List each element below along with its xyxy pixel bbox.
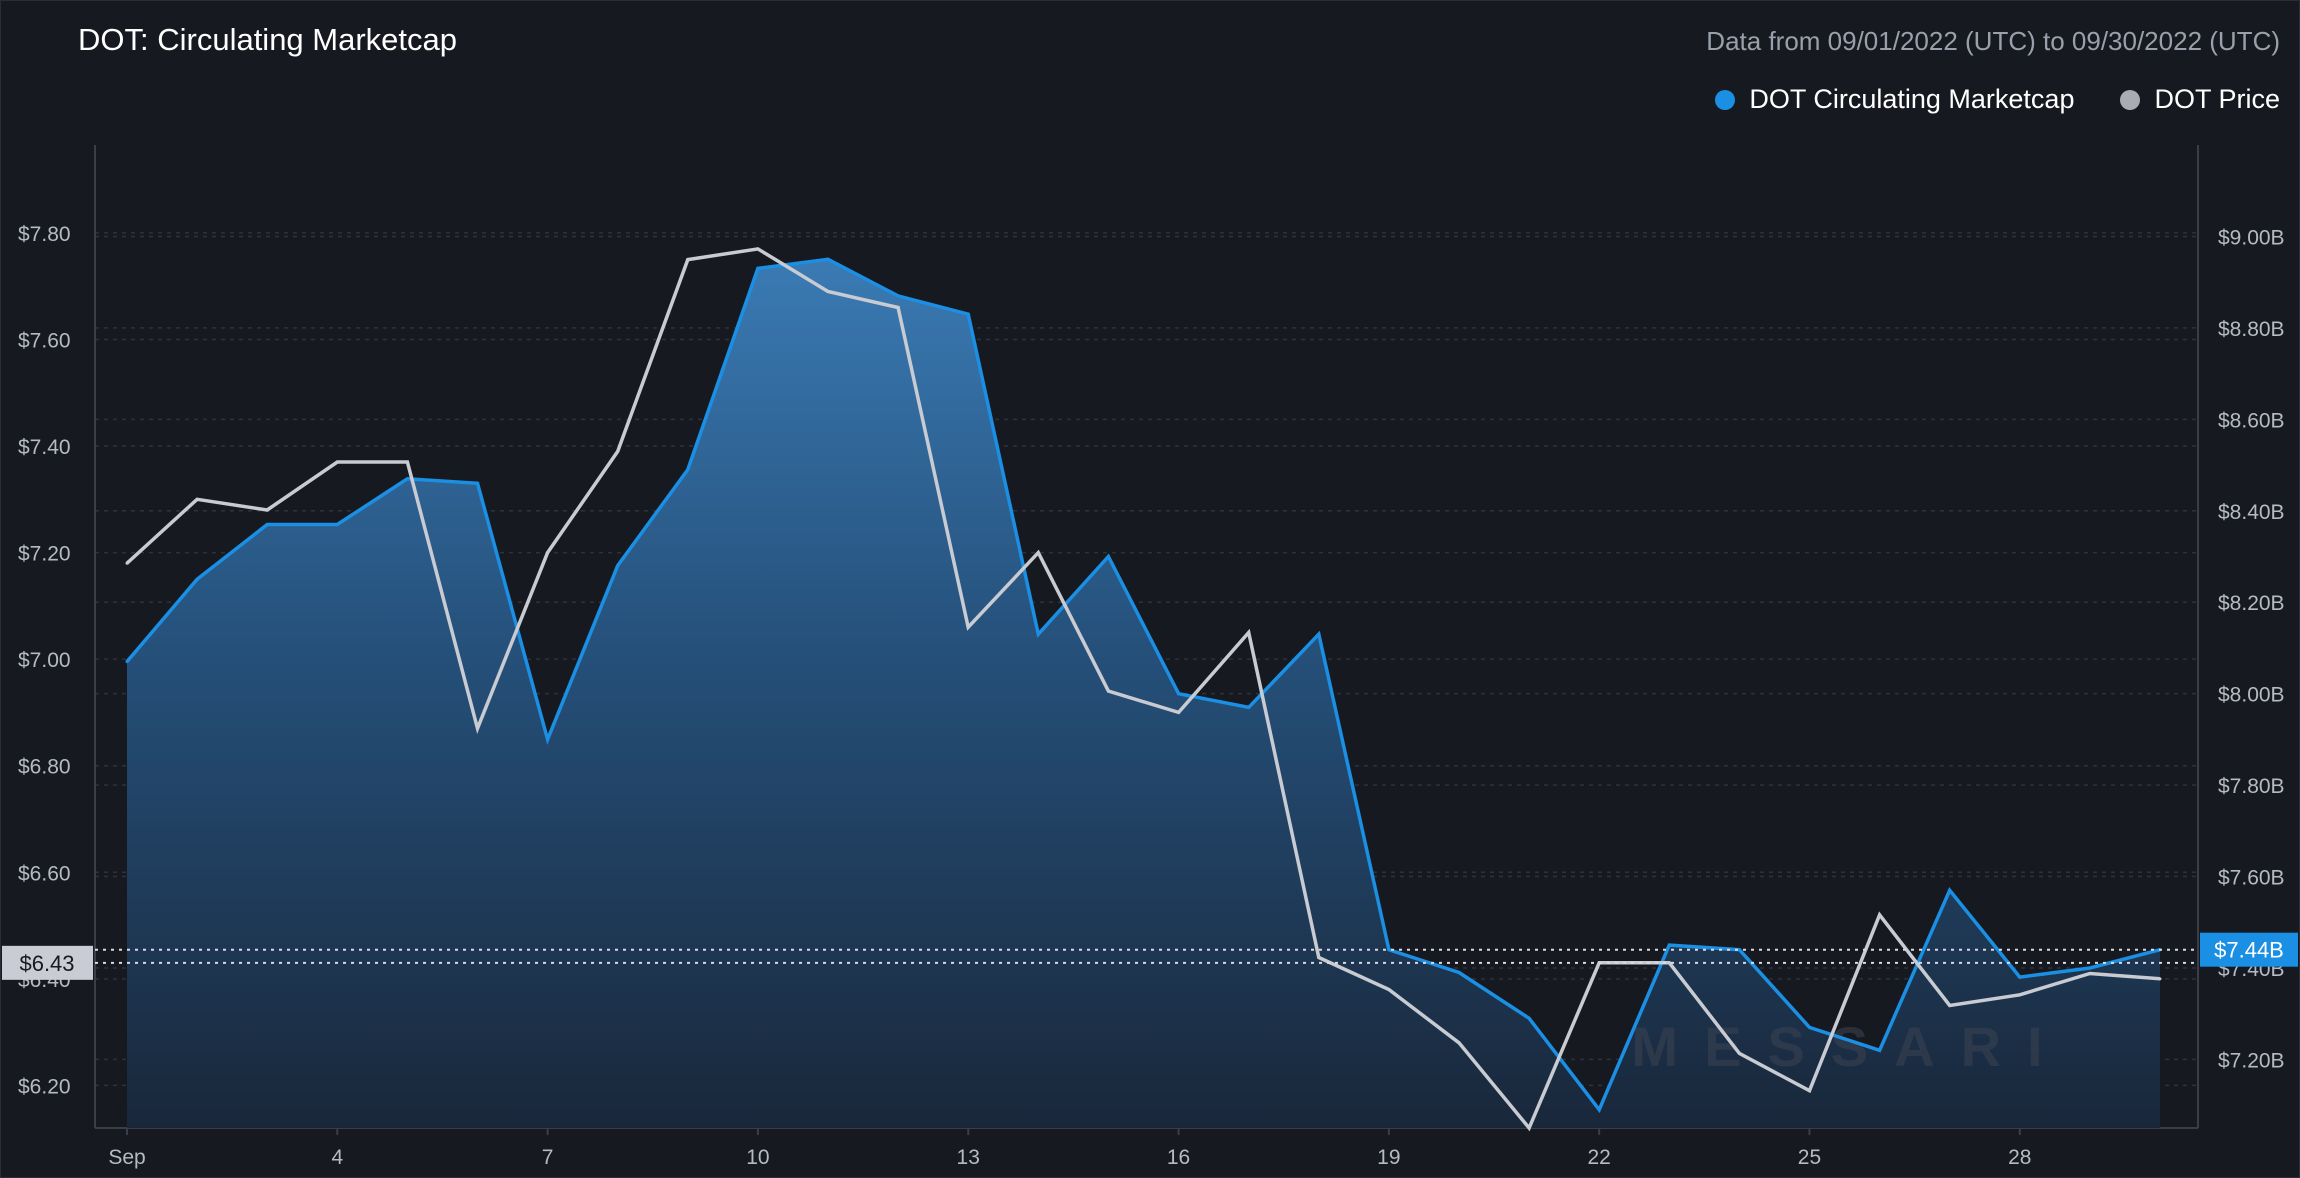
price-point-29 (2088, 971, 2092, 975)
x-tick-label-2: 7 (542, 1146, 554, 1169)
price-point-2 (195, 497, 199, 501)
price-point-27 (1948, 1003, 1952, 1007)
price-point-26 (1878, 913, 1882, 917)
price-point-30 (2158, 977, 2162, 981)
left-tick-label-2: $6.60 (18, 862, 71, 885)
price-point-12 (896, 306, 900, 310)
marketcap-point-12 (896, 294, 900, 298)
x-tick-label-3: 10 (746, 1146, 769, 1169)
marketcap-point-19 (1387, 948, 1391, 952)
marketcap-point-16 (1177, 692, 1181, 696)
price-point-21 (1527, 1126, 1531, 1130)
marketcap-point-15 (1106, 554, 1110, 558)
right-tick-label-5: $8.20B (2218, 592, 2285, 615)
marketcap-point-27 (1948, 888, 1952, 892)
marketcap-point-3 (265, 522, 269, 526)
marketcap-point-28 (2018, 975, 2022, 979)
price-point-7 (546, 551, 550, 555)
price-point-6 (476, 726, 480, 730)
x-axis-ticks: Sep 4 7 10 13 16 19 22 25 28 (108, 1128, 2031, 1169)
price-point-28 (2018, 993, 2022, 997)
right-current-value: $7.44B (2214, 938, 2284, 963)
price-point-3 (265, 508, 269, 512)
right-tick-label-9: $9.00B (2218, 226, 2285, 249)
marketcap-point-2 (195, 577, 199, 581)
marketcap-point-7 (546, 737, 550, 741)
left-tick-label-8: $7.80 (18, 223, 71, 246)
left-tick-label-3: $6.80 (18, 756, 71, 779)
marketcap-point-14 (1036, 632, 1040, 636)
x-tick-label-9: 28 (2008, 1146, 2031, 1169)
right-tick-label-8: $8.80B (2218, 318, 2285, 341)
marketcap-point-20 (1457, 971, 1461, 975)
right-tick-label-4: $8.00B (2218, 684, 2285, 707)
price-point-15 (1106, 689, 1110, 693)
marketcap-point-22 (1597, 1108, 1601, 1112)
price-point-8 (616, 449, 620, 453)
left-current-value: $6.43 (19, 951, 74, 976)
x-tick-label-8: 25 (1798, 1146, 1821, 1169)
right-tick-label-7: $8.60B (2218, 409, 2285, 432)
price-point-9 (686, 258, 690, 262)
marketcap-point-29 (2088, 966, 2092, 970)
price-point-18 (1317, 956, 1321, 960)
price-point-19 (1387, 987, 1391, 991)
marketcap-point-26 (1878, 1048, 1882, 1052)
marketcap-point-25 (1807, 1025, 1811, 1029)
watermark-text: MESSARI (1631, 1015, 2068, 1078)
marketcap-point-23 (1667, 943, 1671, 947)
right-tick-label-3: $7.80B (2218, 775, 2285, 798)
right-tick-label-0: $7.20B (2218, 1049, 2285, 1072)
marketcap-point-11 (826, 257, 830, 261)
marketcap-point-1 (125, 660, 129, 664)
x-tick-label-5: 16 (1167, 1146, 1190, 1169)
price-point-4 (335, 460, 339, 464)
left-tick-label-5: $7.20 (18, 543, 71, 566)
marketcap-area-fill (127, 259, 2160, 1128)
price-point-14 (1036, 551, 1040, 555)
price-point-23 (1667, 961, 1671, 965)
marketcap-area (127, 259, 2160, 1128)
price-point-16 (1177, 710, 1181, 714)
marketcap-point-5 (405, 477, 409, 481)
price-point-17 (1247, 631, 1251, 635)
marketcap-point-13 (966, 312, 970, 316)
left-tick-label-4: $7.00 (18, 649, 71, 672)
x-tick-label-1: 4 (331, 1146, 343, 1169)
marketcap-point-8 (616, 564, 620, 568)
price-point-5 (405, 460, 409, 464)
price-point-24 (1737, 1051, 1741, 1055)
marketcap-point-17 (1247, 705, 1251, 709)
price-point-11 (826, 290, 830, 294)
marketcap-point-10 (756, 266, 760, 270)
x-tick-label-0: Sep (108, 1146, 145, 1169)
marketcap-point-21 (1527, 1016, 1531, 1020)
marketcap-point-24 (1737, 948, 1741, 952)
right-tick-label-2: $7.60B (2218, 867, 2285, 890)
left-tick-label-0: $6.20 (18, 1075, 71, 1098)
right-tick-label-6: $8.40B (2218, 501, 2285, 524)
marketcap-point-9 (686, 468, 690, 472)
price-point-10 (756, 247, 760, 251)
chart-plot[interactable]: MESSARI Sep 4 7 10 13 16 19 22 25 28 $6.20$6.40$6… (0, 0, 2300, 1178)
price-point-25 (1807, 1089, 1811, 1093)
price-point-13 (966, 625, 970, 629)
price-point-20 (1457, 1041, 1461, 1045)
messari-watermark: MESSARI (1631, 1015, 2068, 1078)
left-tick-label-7: $7.60 (18, 329, 71, 352)
price-point-1 (125, 561, 129, 565)
marketcap-point-4 (335, 522, 339, 526)
left-tick-label-6: $7.40 (18, 436, 71, 459)
x-tick-label-7: 22 (1587, 1146, 1610, 1169)
marketcap-point-6 (476, 481, 480, 485)
x-tick-label-6: 19 (1377, 1146, 1400, 1169)
marketcap-point-18 (1317, 632, 1321, 636)
x-tick-label-4: 13 (957, 1146, 980, 1169)
